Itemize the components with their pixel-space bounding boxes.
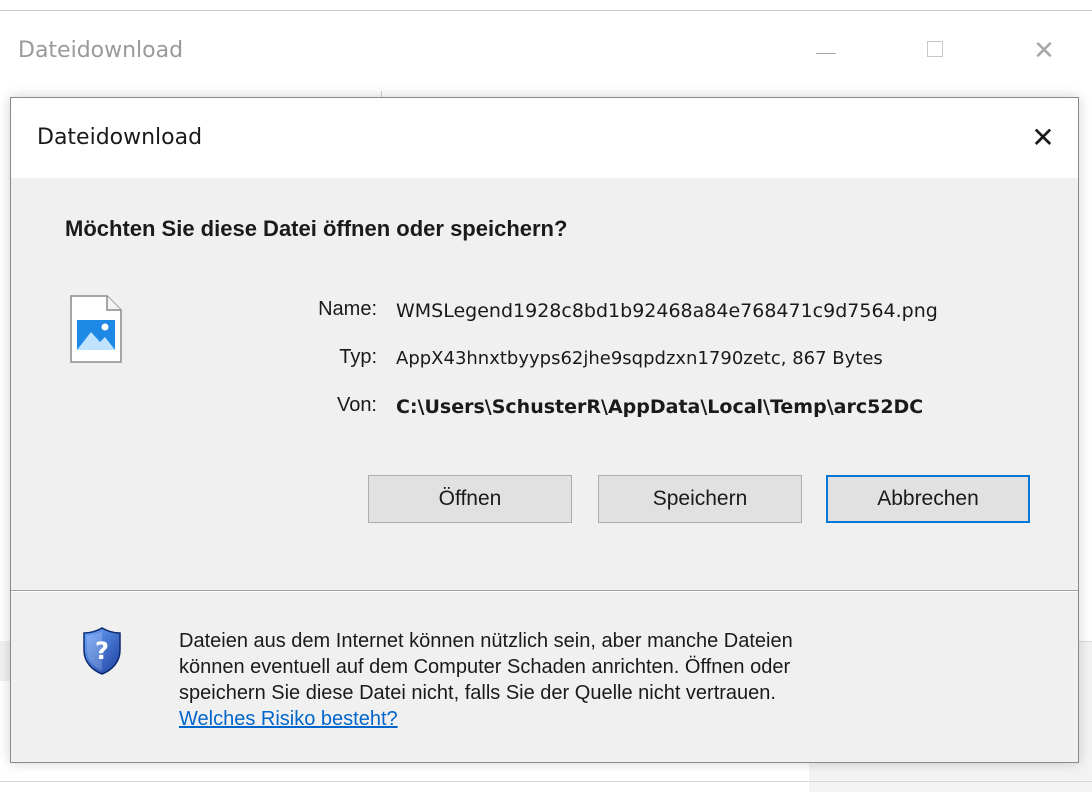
dialog-heading: Möchten Sie diese Datei öffnen oder spei… <box>65 216 568 241</box>
file-type-value: AppX43hnxtbyyps62jhe9sqpdzxn1790zetc, 86… <box>396 348 883 369</box>
cancel-button[interactable]: Abbrechen <box>826 475 1030 523</box>
background-titlebar: Dateidownload ✕ <box>0 11 1092 91</box>
maximize-icon <box>927 41 943 57</box>
close-icon: ✕ <box>1033 35 1055 65</box>
type-label: Typ: <box>339 346 377 368</box>
section-divider-highlight <box>11 591 1078 592</box>
file-name-value: WMSLegend1928c8bd1b92468a84e768471c9d756… <box>396 300 938 322</box>
security-shield-icon: ? <box>83 627 121 675</box>
dialog-titlebar: Dateidownload ✕ <box>11 98 1078 178</box>
close-icon: ✕ <box>1031 121 1055 154</box>
background-window-title: Dateidownload <box>18 38 184 63</box>
risk-info-link[interactable]: Welches Risiko besteht? <box>179 708 398 730</box>
file-download-dialog: Dateidownload ✕ Möchten Sie diese Datei … <box>10 97 1079 763</box>
background-close-button[interactable]: ✕ <box>1024 35 1064 65</box>
dialog-title: Dateidownload <box>37 125 203 150</box>
screen: Dateidownload ✕ Dateidownload ✕ Möchten … <box>0 0 1092 806</box>
background-divider <box>0 781 1092 782</box>
source-label: Von: <box>336 394 377 416</box>
file-source-value: C:\Users\SchusterR\AppData\Local\Temp\ar… <box>396 396 924 418</box>
svg-text:?: ? <box>95 637 109 665</box>
minimize-icon <box>816 53 836 54</box>
warning-line-1: Dateien aus dem Internet können nützlich… <box>179 630 793 652</box>
security-warning-text: Dateien aus dem Internet können nützlich… <box>179 628 1059 732</box>
name-label: Name: <box>318 298 377 320</box>
background-panel-left <box>0 641 10 681</box>
image-file-icon <box>70 295 122 363</box>
dialog-close-button[interactable]: ✕ <box>1023 120 1063 156</box>
background-minimize-button[interactable] <box>806 35 846 65</box>
background-maximize-button[interactable] <box>914 35 954 65</box>
warning-line-2: können eventuell auf dem Computer Schade… <box>179 656 791 678</box>
warning-line-3: speichern Sie diese Datei nicht, falls S… <box>179 682 776 704</box>
save-button[interactable]: Speichern <box>598 475 802 523</box>
open-button[interactable]: Öffnen <box>368 475 572 523</box>
